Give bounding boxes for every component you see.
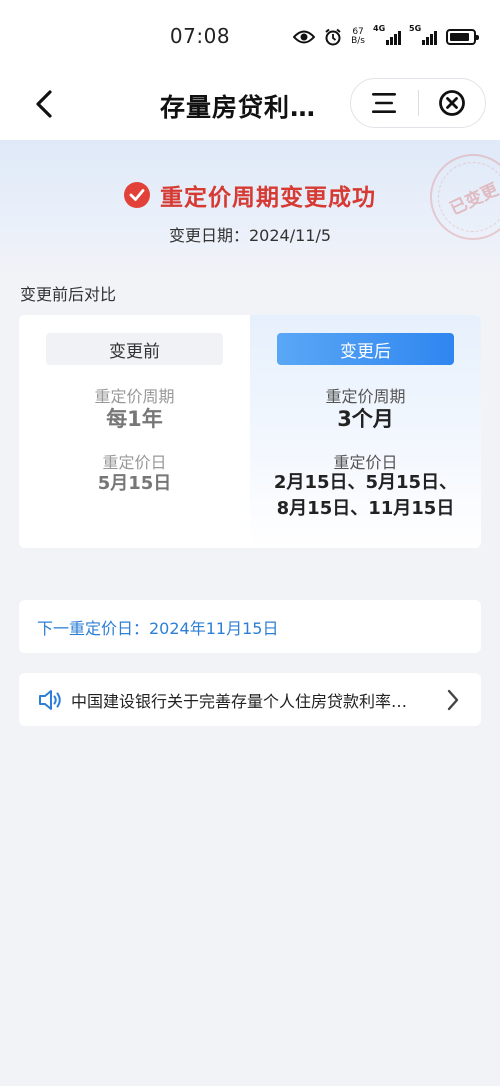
- close-button[interactable]: [419, 79, 486, 127]
- after-date-value-line2: 8月15日、11月15日: [276, 498, 455, 519]
- after-column: 变更后 重定价周期 3个月 重定价日 2月15日、5月15日、 8月15日、11…: [250, 315, 481, 548]
- speaker-icon: [39, 690, 61, 710]
- before-date-value: 5月15日: [97, 473, 172, 494]
- before-period-value: 每1年: [106, 407, 163, 431]
- result-header: 重定价周期变更成功 变更日期：2024/11/5 已变更: [0, 139, 500, 280]
- menu-button[interactable]: [351, 79, 418, 127]
- signal-4g-label: 4G: [373, 24, 386, 33]
- result-title: 重定价周期变更成功: [160, 185, 376, 211]
- alarm-icon: [324, 28, 342, 46]
- signal-4g-icon: 4G: [373, 24, 401, 45]
- before-column: 变更前 重定价周期 每1年 重定价日 5月15日: [19, 315, 250, 548]
- after-date-value-line1: 2月15日、5月15日、: [273, 472, 458, 493]
- mini-program-capsule: [350, 78, 486, 128]
- battery-level: [450, 33, 469, 41]
- change-date: 变更日期：2024/11/5: [168, 226, 332, 245]
- after-tag: 变更后: [277, 333, 454, 365]
- comparison-section-label: 变更前后对比: [20, 285, 117, 304]
- back-arrow-icon: [36, 90, 52, 118]
- result-title-row: 重定价周期变更成功: [0, 178, 500, 212]
- menu-icon: [372, 93, 397, 113]
- after-period-value: 3个月: [337, 407, 394, 431]
- notice-text: 中国建设银行关于完善存量个人住房贷款利率…: [71, 692, 408, 711]
- signal-5g-label: 5G: [409, 24, 422, 33]
- chevron-right-icon: [447, 689, 459, 711]
- signal-5g-icon: 5G: [409, 24, 437, 45]
- eye-icon: [293, 29, 316, 45]
- close-circle-icon: [438, 90, 465, 116]
- stamp-text: 已变更: [446, 179, 500, 220]
- status-icons: 67 B/s 4G 5G: [293, 24, 479, 50]
- comparison-card: 变更前 重定价周期 每1年 重定价日 5月15日 变更后 重定价周期 3个月 重…: [19, 315, 481, 548]
- battery-icon: [446, 29, 479, 45]
- page-title: 存量房贷利…: [160, 93, 317, 122]
- net-speed: 67 B/s: [351, 28, 365, 46]
- next-repricing-date: 下一重定价日：2024年11月15日: [19, 600, 481, 653]
- status-bar: 07:08 67 B/s 4G 5G: [0, 0, 500, 72]
- check-circle-icon: [124, 182, 150, 208]
- before-tag: 变更前: [46, 333, 223, 365]
- back-button[interactable]: [26, 86, 62, 122]
- notice-bar[interactable]: 中国建设银行关于完善存量个人住房贷款利率…: [19, 673, 481, 726]
- nav-bar: 存量房贷利…: [0, 72, 500, 140]
- net-speed-unit: B/s: [351, 36, 365, 46]
